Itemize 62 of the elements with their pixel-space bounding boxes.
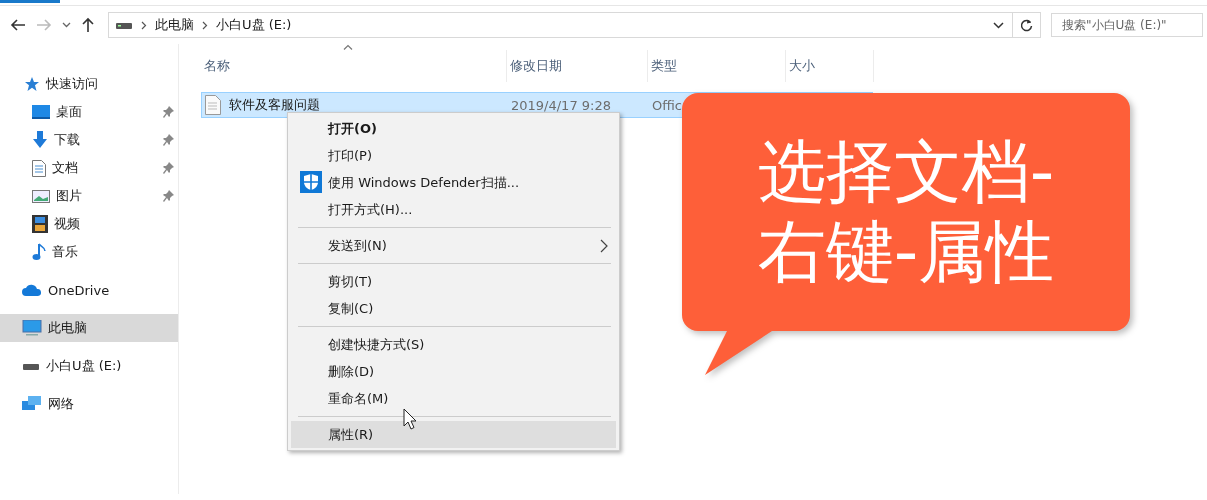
menu-item[interactable]: 属性(R): [291, 421, 616, 448]
up-arrow-icon: [81, 17, 95, 33]
chevron-down-icon: [61, 22, 71, 28]
table-cell: 2019/4/17 9:28: [511, 97, 611, 113]
film-icon: [32, 215, 48, 233]
table-cell: Offic: [652, 97, 682, 113]
sidebar-item[interactable]: 快速访问: [0, 70, 178, 98]
pin-icon[interactable]: [163, 106, 174, 118]
chevron-icon: [202, 20, 208, 30]
sidebar-item[interactable]: 音乐: [0, 238, 178, 266]
music-note-icon: [32, 243, 46, 261]
callout-text: 选择文档-: [757, 133, 1055, 211]
dropdown-icon[interactable]: [993, 21, 1004, 29]
sidebar-item[interactable]: 桌面: [0, 98, 178, 126]
file-icon: [205, 95, 221, 115]
forward-arrow-icon: [36, 18, 52, 32]
pin-icon[interactable]: [163, 190, 174, 202]
column-header[interactable]: 大小: [786, 50, 874, 82]
drive-icon: [22, 361, 40, 371]
breadcrumb[interactable]: 小白U盘 (E:): [216, 16, 292, 34]
breadcrumb[interactable]: 此电脑: [155, 16, 194, 34]
sidebar-item[interactable]: 网络: [0, 390, 178, 418]
sidebar-item[interactable]: 视频: [0, 210, 178, 238]
menu-item[interactable]: 使用 Windows Defender扫描...: [291, 169, 616, 196]
cloud-icon: [22, 284, 42, 296]
sidebar-item[interactable]: OneDrive: [0, 276, 178, 304]
download-icon: [32, 131, 48, 149]
menu-item[interactable]: 打开(O): [291, 115, 616, 142]
sidebar-item[interactable]: 图片: [0, 182, 178, 210]
menu-item[interactable]: 打印(P): [291, 142, 616, 169]
cursor-icon: [403, 408, 417, 430]
sidebar-item[interactable]: 文档: [0, 154, 178, 182]
menu-item[interactable]: 删除(D): [291, 358, 616, 385]
column-header[interactable]: 名称: [201, 50, 507, 82]
column-header[interactable]: 修改日期: [507, 50, 648, 82]
menu-item[interactable]: 剪切(T): [291, 268, 616, 295]
drive-icon: [115, 20, 133, 30]
star-icon: [24, 76, 40, 92]
menu-item[interactable]: 发送到(N): [291, 232, 616, 259]
sidebar-item[interactable]: 此电脑: [0, 314, 178, 342]
menu-item[interactable]: 重命名(M): [291, 385, 616, 412]
pin-icon[interactable]: [163, 162, 174, 174]
refresh-icon: [1020, 18, 1033, 32]
menu-item[interactable]: 创建快捷方式(S): [291, 331, 616, 358]
monitor-icon: [22, 320, 42, 336]
chevron-icon: [141, 20, 147, 30]
callout-text: 右键-属性: [757, 213, 1055, 291]
desktop-icon: [32, 105, 50, 119]
menu-item[interactable]: 打开方式(H)...: [291, 196, 616, 223]
back-arrow-icon: [10, 18, 26, 32]
sort-caret-icon: [343, 44, 353, 50]
network-icon: [22, 395, 42, 413]
document-icon: [32, 159, 46, 177]
pin-icon[interactable]: [163, 134, 174, 146]
search-field[interactable]: 搜索"小白U盘 (E:)": [1051, 13, 1203, 37]
address-bar[interactable]: 此电脑 小白U盘 (E:): [108, 12, 1041, 38]
file-name: 软件及客服问题: [229, 96, 320, 114]
sidebar-item[interactable]: 小白U盘 (E:): [0, 352, 178, 380]
sidebar-item[interactable]: 下载: [0, 126, 178, 154]
picture-icon: [32, 189, 50, 203]
column-header[interactable]: 类型: [648, 50, 786, 82]
menu-item[interactable]: 复制(C): [291, 295, 616, 322]
